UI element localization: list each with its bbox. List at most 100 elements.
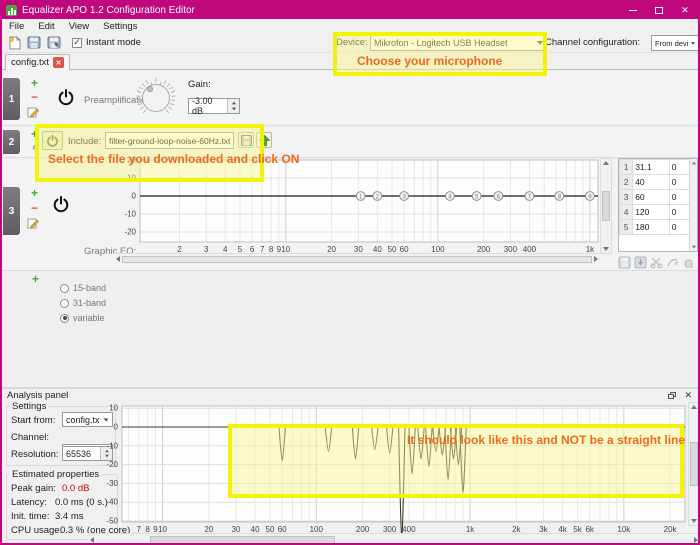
include-power-toggle[interactable] [42,131,63,150]
scroll-up-icon[interactable] [691,405,697,409]
menu-view[interactable]: View [62,21,96,32]
tab-config-txt[interactable]: config.txt ✕ [5,54,70,70]
remove-filter-icon[interactable]: − [28,91,41,104]
table-scrollbar[interactable] [689,159,697,251]
svg-text:10: 10 [109,404,118,413]
band-row[interactable]: 3600 [620,190,690,205]
add-filter-icon[interactable]: + [29,273,42,286]
band-row[interactable]: 51800 [620,220,690,235]
channel-label: Channel: [11,432,49,443]
power-toggle[interactable] [57,88,75,106]
scrollbar-thumb[interactable] [602,191,610,221]
band-frequency[interactable]: 120 [633,205,670,220]
band-frequency[interactable]: 60 [633,190,670,205]
power-toggle[interactable] [52,195,70,213]
scroll-down-icon[interactable] [603,247,609,251]
browse-file-icon[interactable] [238,132,254,148]
save-file-icon[interactable] [46,35,62,50]
scroll-right-icon[interactable] [594,256,598,262]
latency-label: Latency: [11,497,47,508]
tab-label: config.txt [11,57,49,68]
eq-vertical-scrollbar[interactable] [600,158,612,254]
device-label: Device: [336,37,368,48]
band-index: 4 [620,205,633,220]
eq-horizontal-scrollbar[interactable] [114,253,600,264]
scroll-down-icon[interactable] [691,519,697,523]
collapse-icon[interactable]: » [28,141,41,154]
band-gain[interactable]: 0 [669,190,689,205]
gain-knob[interactable] [134,76,178,120]
add-filter-icon[interactable]: + [28,128,41,141]
draw-curve-icon[interactable] [666,256,679,269]
pan-icon[interactable] [682,256,695,269]
spin-down-icon[interactable] [231,108,235,111]
band-row[interactable]: 131.10 [620,160,690,175]
svg-text:-20: -20 [124,228,136,237]
band-row[interactable]: 2400 [620,175,690,190]
scroll-up-icon[interactable] [691,162,695,165]
band-frequency[interactable]: 31.1 [633,160,670,175]
new-file-icon[interactable] [6,35,22,50]
scroll-left-icon[interactable] [90,537,94,543]
minimize-button[interactable] [620,2,646,19]
include-file-input[interactable] [105,132,234,149]
analysis-panel-title: Analysis panel [7,390,68,401]
gain-spinbox[interactable]: -3.00 dB [188,98,240,114]
app-icon [6,5,17,16]
band-gain[interactable]: 0 [669,220,689,235]
save-bands-icon[interactable] [618,256,631,269]
peak-gain-label: Peak gain: [11,483,56,494]
open-include-file-icon[interactable] [256,132,272,148]
scroll-left-icon[interactable] [116,256,120,262]
band-frequency[interactable]: 40 [633,175,670,190]
peak-gain-value: 0.0 dB [62,483,89,494]
analysis-graph[interactable]: 100-10-20-30-40-507891020304050601002003… [88,400,700,536]
channel-config-select[interactable]: From device (Mono) [651,35,699,51]
scroll-down-icon[interactable] [691,246,695,249]
svg-text:10: 10 [127,174,136,183]
band-row[interactable]: 41200 [620,205,690,220]
menu-edit[interactable]: Edit [31,21,61,32]
maximize-button[interactable] [646,2,672,19]
open-file-icon[interactable] [26,35,42,50]
row-number-badge: 1 [3,78,20,120]
add-filter-icon[interactable]: + [28,187,41,200]
scrollbar-thumb[interactable] [122,256,592,263]
scrollbar-thumb[interactable] [690,442,698,486]
svg-text:0: 0 [114,423,119,432]
band-frequency[interactable]: 180 [633,220,670,235]
edit-filter-icon[interactable] [27,217,40,230]
spin-up-icon[interactable] [231,102,235,105]
add-filter-icon[interactable]: + [28,77,41,90]
menu-file[interactable]: File [2,21,31,32]
import-bands-icon[interactable] [634,256,647,269]
remove-filter-icon[interactable]: − [28,202,41,215]
radio-variable[interactable]: variable [60,313,105,323]
analysis-vertical-scrollbar[interactable] [688,402,700,526]
band-gain[interactable]: 0 [669,205,689,220]
svg-text:-50: -50 [106,517,118,526]
menu-bar: File Edit View Settings [2,19,698,33]
device-value: Mikrofon - Logitech USB Headset [374,38,534,48]
edit-filter-icon[interactable] [27,106,40,119]
instant-mode-checkbox[interactable]: ✓ [72,38,82,48]
scroll-right-icon[interactable] [694,537,698,543]
graphic-eq-graph[interactable]: 20100-10-2023456789102030405060100200300… [114,156,602,256]
band-gain[interactable]: 0 [669,175,689,190]
band-index: 2 [620,175,633,190]
scrollbar-thumb[interactable] [150,536,335,544]
radio-31-band[interactable]: 31-band [60,298,106,308]
tab-close-icon[interactable]: ✕ [53,57,64,68]
scroll-up-icon[interactable] [603,161,609,165]
cut-icon[interactable] [650,256,663,269]
band-gain[interactable]: 0 [669,160,689,175]
analysis-horizontal-scrollbar[interactable] [88,533,700,545]
radio-15-band[interactable]: 15-band [60,283,106,293]
svg-text:-10: -10 [106,441,118,450]
close-button[interactable]: ✕ [672,2,698,19]
float-panel-icon[interactable] [668,392,677,400]
menu-settings[interactable]: Settings [96,21,144,32]
filter-row-include: 2 + » Include: [2,127,698,158]
settings-group-label: Settings [10,401,48,412]
device-select[interactable]: Mikrofon - Logitech USB Headset [370,35,547,51]
